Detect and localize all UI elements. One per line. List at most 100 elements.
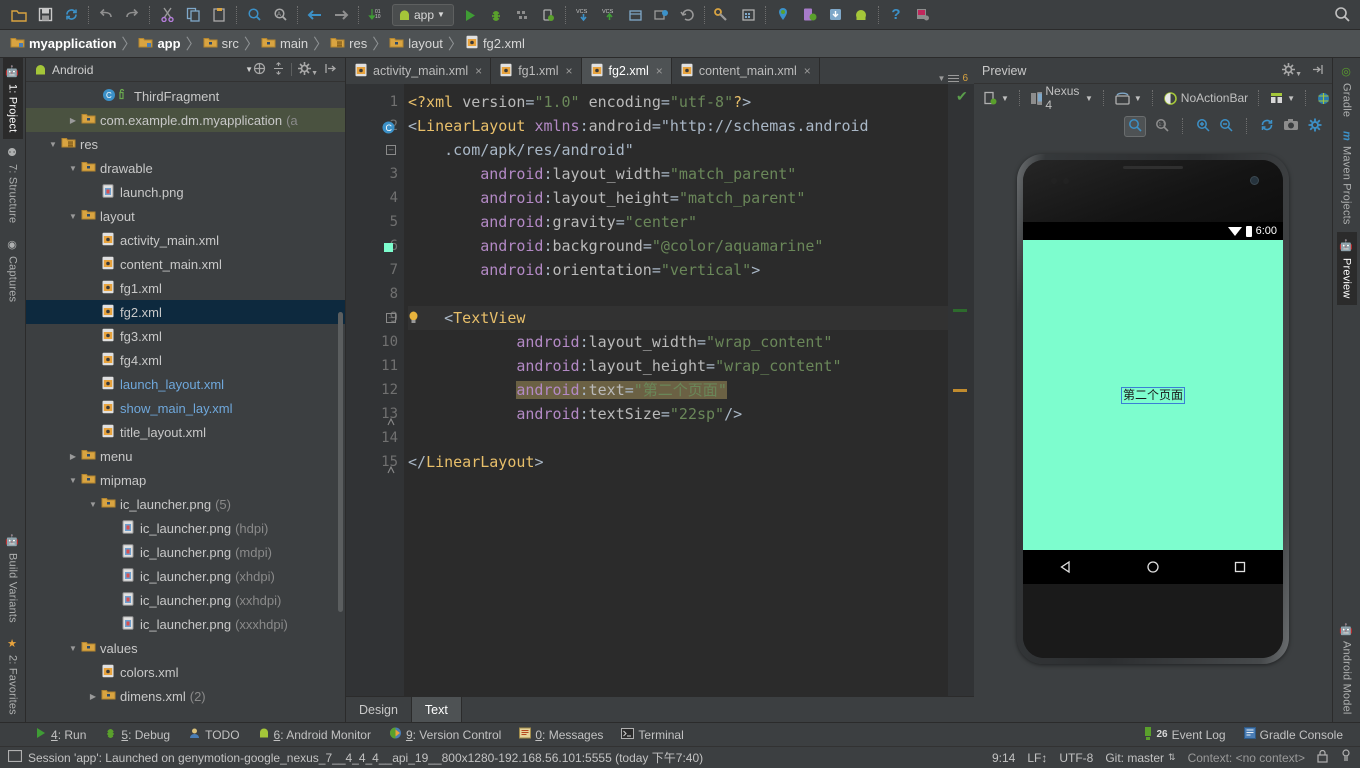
close-icon[interactable]: ×	[656, 64, 663, 78]
screenshot-icon[interactable]	[1283, 118, 1299, 134]
preview-canvas[interactable]: 6:00 第二个页面	[974, 140, 1332, 722]
tree-node[interactable]: ▼mipmap	[26, 468, 345, 492]
error-stripe-markers[interactable]: ✔	[948, 84, 974, 696]
code-line[interactable]: <LinearLayout xmlns:android="http://sche…	[408, 114, 948, 138]
editor-mode-tab-design[interactable]: Design	[346, 697, 412, 722]
find-icon[interactable]	[241, 3, 267, 27]
compare-icon[interactable]: 0110	[363, 3, 389, 27]
tool-window-button-gradle[interactable]: ◎Gradle	[1337, 58, 1357, 124]
editor-mode-tab-text[interactable]: Text	[412, 697, 462, 722]
replace-icon[interactable]: A	[267, 3, 293, 27]
tree-node[interactable]: title_layout.xml	[26, 420, 345, 444]
avd-manager-icon[interactable]	[770, 3, 796, 27]
code-line[interactable]: android:gravity="center"	[408, 210, 948, 234]
tree-node[interactable]: launch_layout.xml	[26, 372, 345, 396]
profiler-icon[interactable]	[535, 3, 561, 27]
encoding[interactable]: UTF-8	[1059, 751, 1093, 765]
tree-node[interactable]: content_main.xml	[26, 252, 345, 276]
tool-window-button-7--structure[interactable]: ⚉7: Structure	[3, 139, 23, 230]
settings-wrench-icon[interactable]	[709, 3, 735, 27]
vcs-history-icon[interactable]	[622, 3, 648, 27]
breadcrumb-item-layout[interactable]: layout	[385, 30, 450, 58]
tree-node[interactable]: show_main_lay.xml	[26, 396, 345, 420]
code-line[interactable]	[408, 282, 948, 306]
chevron-right-icon[interactable]: ▶	[66, 452, 80, 461]
tool-window-debug[interactable]: 5: Debug	[95, 723, 179, 747]
editor-tab-fg2-xml[interactable]: fg2.xml×	[582, 58, 672, 84]
tree-node[interactable]: fg4.xml	[26, 348, 345, 372]
vcs-update-icon[interactable]: VCS	[570, 3, 596, 27]
sdk-download-icon[interactable]	[822, 3, 848, 27]
refresh-icon[interactable]	[1260, 118, 1274, 135]
code-line[interactable]: </LinearLayout>	[408, 450, 948, 474]
breadcrumb-item-myapplication[interactable]: myapplication	[6, 30, 123, 58]
open-folder-icon[interactable]	[6, 3, 32, 27]
tree-node[interactable]: fg1.xml	[26, 276, 345, 300]
editor-tab-activity-main-xml[interactable]: activity_main.xml×	[346, 58, 491, 84]
code-text[interactable]: <?xml version="1.0" encoding="utf-8"?><L…	[404, 84, 948, 696]
device-manager-icon[interactable]	[796, 3, 822, 27]
breadcrumb-item-src[interactable]: src	[199, 30, 246, 58]
line-separator[interactable]: LF↕	[1027, 751, 1047, 765]
tool-window-event-log[interactable]: 26Event Log	[1134, 723, 1234, 747]
tool-window-todo[interactable]: TODO	[179, 723, 248, 747]
orientation-selector[interactable]: ▼	[1111, 89, 1145, 108]
zoom-out-icon[interactable]	[1219, 118, 1233, 135]
tool-window-button-maven-projects[interactable]: mMaven Projects	[1337, 124, 1357, 232]
color-swatch-icon[interactable]	[384, 243, 393, 252]
vcs-update-project-icon[interactable]	[648, 3, 674, 27]
search-everywhere-icon[interactable]	[1334, 6, 1350, 26]
tree-node[interactable]: ▶com.example.dm.myapplication(a	[26, 108, 345, 132]
chevron-down-icon[interactable]: ▼	[46, 140, 60, 149]
rollback-icon[interactable]	[674, 3, 700, 27]
hide-icon[interactable]	[1311, 63, 1324, 79]
tool-window-terminal[interactable]: Terminal	[612, 723, 692, 747]
vcs-commit-icon[interactable]: VCS	[596, 3, 622, 27]
layout-inspector-icon[interactable]	[909, 3, 935, 27]
sdk-manager-icon[interactable]	[735, 3, 761, 27]
tree-node[interactable]: ▶dimens.xml(2)	[26, 684, 345, 708]
collapse-all-icon[interactable]	[253, 62, 266, 78]
undo-icon[interactable]	[93, 3, 119, 27]
android-device-icon[interactable]	[848, 3, 874, 27]
device-selector[interactable]: Nexus 4▼	[1027, 82, 1096, 114]
tool-window-version-control[interactable]: 9: Version Control	[380, 723, 510, 747]
tree-node[interactable]: ▼ic_launcher.png(5)	[26, 492, 345, 516]
code-line[interactable]: android:layout_width="wrap_content"	[408, 330, 948, 354]
editor-tab-content-main-xml[interactable]: content_main.xml×	[672, 58, 820, 84]
debug-icon[interactable]	[483, 3, 509, 27]
code-editor[interactable]: 12C–3456789–101112131415 <?xml version="…	[346, 84, 974, 696]
recents-icon[interactable]	[1232, 559, 1248, 575]
close-icon[interactable]: ×	[475, 64, 482, 78]
tool-window-button-1--project[interactable]: 🤖1: Project	[3, 58, 23, 139]
project-view-selector[interactable]: Android ▼	[30, 63, 253, 77]
tool-window-android-monitor[interactable]: 6: Android Monitor	[249, 723, 380, 747]
tool-window-gradle-console[interactable]: Gradle Console	[1235, 723, 1352, 747]
code-line[interactable]: android:textSize="22sp"/>	[408, 402, 948, 426]
hide-icon[interactable]	[324, 62, 337, 78]
chevron-down-icon[interactable]: ▼	[86, 500, 100, 509]
chevron-right-icon[interactable]: ▶	[66, 116, 80, 125]
git-branch[interactable]: Git: master ⇅	[1105, 751, 1175, 765]
tree-node[interactable]: ▶menu	[26, 444, 345, 468]
tree-node[interactable]: ▼values	[26, 636, 345, 660]
configuration-icon[interactable]: ▼	[980, 89, 1012, 108]
lock-icon[interactable]	[1317, 750, 1328, 766]
paste-icon[interactable]	[206, 3, 232, 27]
code-line[interactable]: android:text="第二个页面"	[408, 378, 948, 402]
sync-icon[interactable]	[58, 3, 84, 27]
zoom-fit-icon[interactable]	[1124, 116, 1146, 137]
chevron-down-icon[interactable]: ▼	[66, 164, 80, 173]
run-icon[interactable]	[457, 3, 483, 27]
copy-icon[interactable]	[180, 3, 206, 27]
cut-icon[interactable]	[154, 3, 180, 27]
preview-settings-icon[interactable]	[1308, 118, 1322, 135]
back-icon[interactable]	[302, 3, 328, 27]
tree-node[interactable]: colors.xml	[26, 660, 345, 684]
code-line[interactable]	[408, 426, 948, 450]
home-icon[interactable]	[1145, 559, 1161, 575]
activity-selector[interactable]: ▼	[1266, 89, 1298, 107]
chevron-down-icon[interactable]: ▼	[245, 65, 253, 74]
caret-position[interactable]: 9:14	[992, 751, 1015, 765]
breadcrumb-item-fg2-xml[interactable]: fg2.xml	[461, 30, 532, 58]
